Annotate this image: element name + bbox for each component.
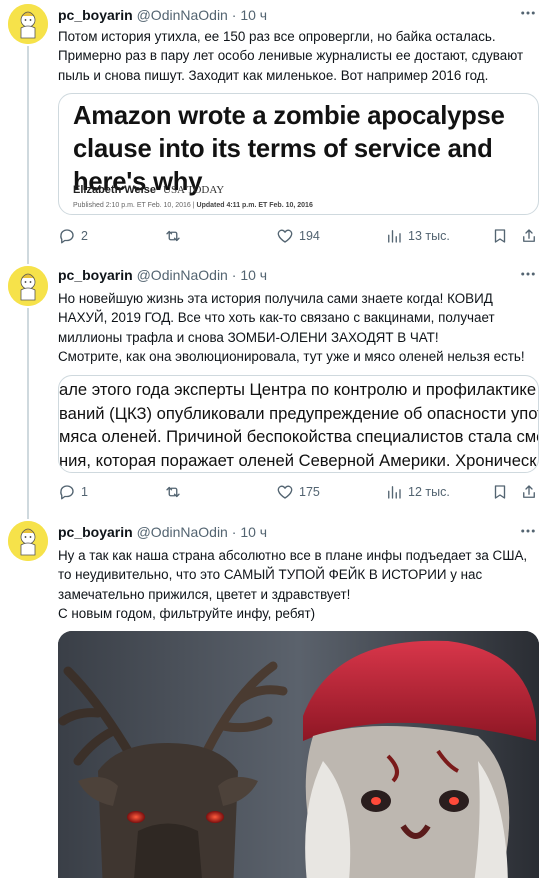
published-time: Published 2:10 p.m. ET Feb. 10, 2016 — [73, 202, 191, 209]
thread-line — [27, 308, 29, 513]
views-chart-icon — [388, 230, 401, 243]
bookmark-icon — [494, 229, 506, 243]
author-handle[interactable]: @OdinNaOdin — [137, 267, 228, 283]
tweet-1[interactable]: pc_boyarin @OdinNaOdin · 10 ч Потом исто… — [0, 0, 549, 258]
more-horizontal-icon[interactable] — [519, 265, 537, 283]
separator-dot: · — [231, 524, 237, 540]
article-byline: Elizabeth Weise USA TODAY — [73, 184, 224, 196]
repost-button[interactable] — [164, 227, 182, 245]
bookmark-button[interactable] — [491, 227, 509, 245]
thread-line — [27, 258, 29, 264]
thread-line — [27, 46, 29, 258]
view-count: 12 тыс. — [408, 485, 450, 499]
quote-line: ния, которая поражает оленей Северной Ам… — [59, 450, 539, 470]
reply-icon — [60, 485, 74, 500]
views-button[interactable]: 13 тыс. — [385, 227, 450, 245]
tweet-2[interactable]: pc_boyarin @OdinNaOdin · 10 ч Но новейшу… — [0, 258, 549, 513]
avatar-image — [8, 4, 48, 44]
bookmark-button[interactable] — [491, 483, 509, 501]
more-horizontal-icon[interactable] — [519, 4, 537, 22]
tweet-header: pc_boyarin @OdinNaOdin · 10 ч — [58, 267, 267, 283]
bookmark-icon — [494, 485, 506, 499]
reply-button[interactable]: 1 — [58, 483, 88, 501]
timestamp[interactable]: 10 ч — [240, 7, 267, 23]
article-publication: USA TODAY — [163, 184, 225, 196]
article-card[interactable]: Amazon wrote a zombie apocalypse clause … — [58, 93, 539, 215]
repost-icon — [166, 230, 180, 242]
reply-icon — [60, 229, 74, 244]
action-bar: 1 175 12 тыс. — [58, 483, 539, 503]
updated-time: Updated 4:11 p.m. ET Feb. 10, 2016 — [196, 202, 313, 209]
quote-line: ваний (ЦКЗ) опубликовали предупреждение … — [59, 403, 539, 423]
quote-screenshot[interactable]: але этого года эксперты Центра по контро… — [58, 375, 539, 473]
author-handle[interactable]: @OdinNaOdin — [137, 7, 228, 23]
like-button[interactable]: 194 — [276, 227, 320, 245]
share-button[interactable] — [520, 227, 538, 245]
author-name[interactable]: pc_boyarin — [58, 267, 133, 283]
quote-line: але этого года эксперты Центра по контро… — [59, 380, 537, 399]
share-icon — [523, 229, 535, 242]
quote-line: мяса оленей. Причиной беспокойства специ… — [59, 427, 539, 447]
share-icon — [523, 485, 535, 498]
tweet-text: Потом история утихла, ее 150 раз все опр… — [58, 29, 524, 83]
action-bar: 2 194 13 тыс. — [58, 227, 539, 247]
thread-line — [27, 513, 29, 519]
view-count: 13 тыс. — [408, 229, 450, 243]
author-name[interactable]: pc_boyarin — [58, 524, 133, 540]
views-button[interactable]: 12 тыс. — [385, 483, 450, 501]
repost-icon — [166, 486, 180, 498]
reply-count: 1 — [81, 485, 88, 499]
reply-button[interactable]: 2 — [58, 227, 88, 245]
repost-button[interactable] — [164, 483, 182, 501]
heart-icon — [277, 485, 293, 499]
avatar[interactable] — [8, 4, 48, 44]
avatar-image — [8, 521, 48, 561]
tweet-header: pc_boyarin @OdinNaOdin · 10 ч — [58, 524, 267, 540]
like-count: 175 — [299, 485, 320, 499]
quote-text: але этого года эксперты Центра по контро… — [59, 378, 539, 472]
tweet-photo[interactable] — [58, 631, 539, 878]
article-timestamps: Published 2:10 p.m. ET Feb. 10, 2016 | U… — [73, 202, 313, 209]
like-button[interactable]: 175 — [276, 483, 320, 501]
views-chart-icon — [388, 486, 401, 499]
heart-icon — [277, 229, 293, 243]
timestamp[interactable]: 10 ч — [240, 524, 267, 540]
time-separator: | — [192, 202, 195, 209]
tweet-header: pc_boyarin @OdinNaOdin · 10 ч — [58, 7, 267, 23]
avatar-image — [8, 266, 48, 306]
timestamp[interactable]: 10 ч — [240, 267, 267, 283]
reply-count: 2 — [81, 229, 88, 243]
avatar[interactable] — [8, 521, 48, 561]
share-button[interactable] — [520, 483, 538, 501]
author-name[interactable]: pc_boyarin — [58, 7, 133, 23]
tweet-text: Но новейшую жизнь эта история получила с… — [58, 291, 525, 365]
separator-dot: · — [231, 7, 237, 23]
like-count: 194 — [299, 229, 320, 243]
avatar[interactable] — [8, 266, 48, 306]
tweet-text: Ну а так как наша страна абсолютно все в… — [58, 548, 528, 622]
more-horizontal-icon[interactable] — [519, 522, 537, 540]
article-author: Elizabeth Weise — [73, 184, 156, 196]
zombie-reindeer-santa-image — [58, 631, 539, 878]
author-handle[interactable]: @OdinNaOdin — [137, 524, 228, 540]
separator-dot: · — [231, 267, 237, 283]
